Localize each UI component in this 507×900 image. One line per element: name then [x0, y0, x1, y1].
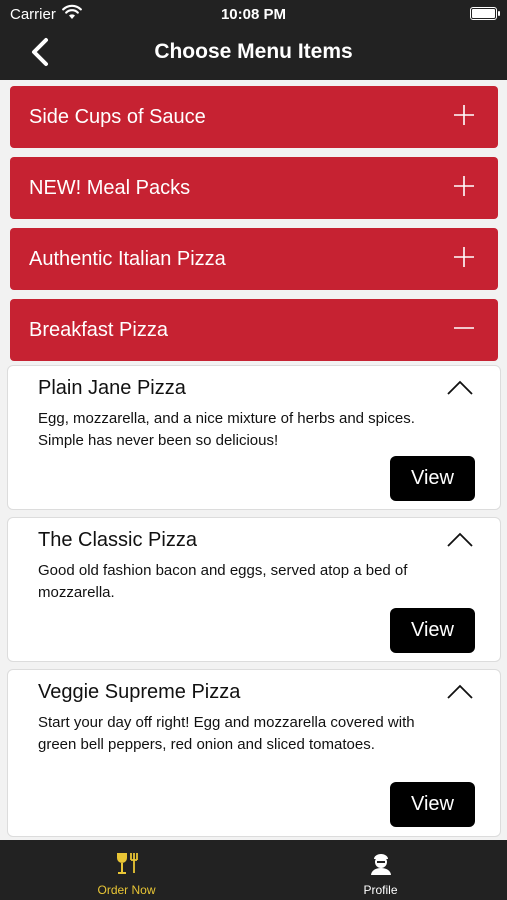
category-side-cups-of-sauce[interactable]: Side Cups of Sauce	[10, 86, 498, 148]
plus-icon	[454, 105, 474, 125]
clock: 10:08 PM	[220, 6, 287, 23]
top-bar: Carrier 10:08 PM Choose Menu Items	[0, 0, 507, 80]
item-description: Good old fashion bacon and eggs, served …	[38, 562, 408, 601]
item-description: Egg, mozzarella, and a nice mixture of h…	[38, 410, 415, 449]
category-new-meal-packs[interactable]: NEW! Meal Packs	[10, 157, 498, 219]
chevron-up-icon[interactable]	[446, 530, 474, 548]
minus-icon	[454, 327, 474, 329]
view-button[interactable]: View	[390, 456, 475, 501]
chef-icon	[370, 854, 391, 875]
item-name: Plain Jane Pizza	[38, 377, 186, 399]
tab-label: Order Now	[97, 883, 156, 897]
item-name: The Classic Pizza	[38, 529, 197, 551]
category-authentic-italian-pizza[interactable]: Authentic Italian Pizza	[10, 228, 498, 290]
plus-icon	[454, 247, 474, 267]
category-label: Side Cups of Sauce	[29, 106, 206, 128]
category-label: Breakfast Pizza	[29, 319, 168, 341]
menu-item-card: The Classic Pizza Good old fashion bacon…	[7, 517, 501, 662]
tab-label: Profile	[363, 883, 398, 897]
chevron-up-icon[interactable]	[446, 682, 474, 700]
food-drink-icon	[116, 853, 138, 874]
category-breakfast-pizza[interactable]: Breakfast Pizza	[10, 299, 498, 361]
tab-profile[interactable]: Profile	[254, 840, 507, 900]
tab-bar: Order Now Profile	[0, 840, 507, 900]
chevron-up-icon[interactable]	[446, 378, 474, 396]
item-name: Veggie Supreme Pizza	[38, 681, 241, 703]
tab-order-now[interactable]: Order Now	[0, 840, 253, 900]
category-label: NEW! Meal Packs	[29, 177, 191, 199]
view-button[interactable]: View	[390, 608, 475, 653]
item-description: Start your day off right! Egg and mozzar…	[38, 714, 415, 753]
menu-item-card: Plain Jane Pizza Egg, mozzarella, and a …	[7, 365, 501, 510]
plus-icon	[454, 176, 474, 196]
category-label: Authentic Italian Pizza	[29, 248, 226, 270]
status-bar: Carrier 10:08 PM	[0, 0, 507, 28]
battery-icon	[470, 7, 500, 20]
menu-item-card: Veggie Supreme Pizza Start your day off …	[7, 669, 501, 837]
view-button[interactable]: View	[390, 782, 475, 827]
page-title: Choose Menu Items	[154, 40, 353, 63]
